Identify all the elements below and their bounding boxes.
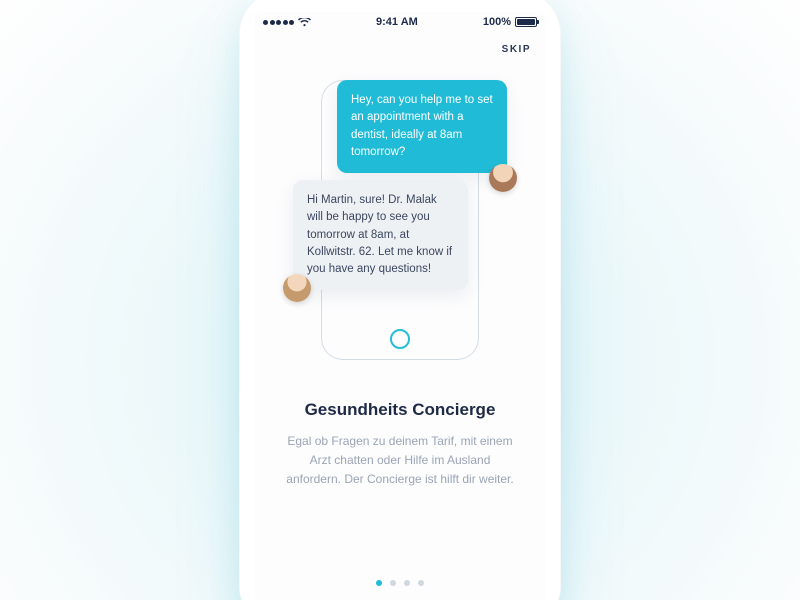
status-left — [263, 18, 311, 27]
chat-bubble-user: Hey, can you help me to set an appointme… — [337, 80, 507, 173]
battery-icon — [515, 17, 537, 27]
page-dot[interactable] — [404, 580, 410, 586]
skip-button[interactable]: SKIP — [502, 44, 531, 55]
onboarding-body: Egal ob Fragen zu deinem Tarif, mit eine… — [281, 432, 519, 490]
cellular-signal-icon — [263, 20, 294, 25]
home-button-icon — [390, 329, 410, 349]
status-right: 100% — [483, 16, 537, 28]
page-dot[interactable] — [418, 580, 424, 586]
onboarding-title: Gesundheits Concierge — [281, 400, 519, 420]
avatar-agent — [283, 274, 311, 302]
wifi-icon — [298, 18, 311, 27]
page-dot[interactable] — [390, 580, 396, 586]
device-frame: 9:41 AM 100% SKIP Hey, can you help me t… — [239, 0, 561, 600]
chat-bubble-agent: Hi Martin, sure! Dr. Malak will be happy… — [293, 180, 468, 290]
page-dot[interactable] — [376, 580, 382, 586]
avatar-user — [489, 164, 517, 192]
status-bar: 9:41 AM 100% — [255, 12, 545, 32]
onboarding-illustration: Hey, can you help me to set an appointme… — [321, 80, 479, 360]
pagination-dots[interactable] — [376, 580, 424, 586]
status-time: 9:41 AM — [376, 16, 418, 28]
screen: 9:41 AM 100% SKIP Hey, can you help me t… — [255, 12, 545, 600]
onboarding-copy: Gesundheits Concierge Egal ob Fragen zu … — [255, 400, 545, 490]
battery-text: 100% — [483, 16, 511, 28]
